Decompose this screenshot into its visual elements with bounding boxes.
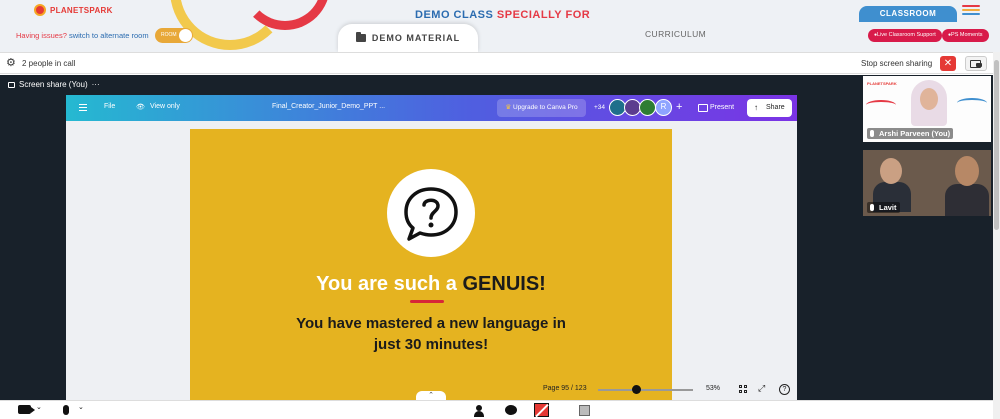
upgrade-to-pro-button[interactable]: ♛ Upgrade to Canva Pro [497, 99, 586, 117]
demo-class-title: DEMO CLASS SPECIALLY FOR [415, 9, 590, 21]
tile-logo: PLANETSPARK [867, 81, 897, 86]
zoom-slider[interactable] [598, 389, 693, 391]
issues-notice: Having issues? switch to alternate room [16, 31, 149, 40]
canva-menu-icon[interactable] [79, 104, 87, 113]
participant-tile[interactable]: PLANETSPARK Arshi Parveen (You) [863, 76, 991, 142]
screen-icon [8, 81, 15, 88]
participants-panel: PLANETSPARK Arshi Parveen (You) Lavit [862, 75, 993, 400]
crown-icon: ♛ [505, 104, 512, 111]
share-button[interactable]: Share [747, 99, 792, 117]
screen-share-header: Screen share (You) ··· [8, 80, 100, 89]
microphone-icon[interactable] [63, 405, 69, 415]
alternate-room-toggle[interactable]: ROOM [155, 28, 193, 43]
zoom-level[interactable]: 53% [706, 385, 720, 392]
logo-text: PLANETSPARK [50, 5, 113, 15]
chevron-down-icon[interactable]: ⌄ [78, 403, 84, 411]
avatar[interactable] [639, 99, 656, 116]
call-controls-bar: ⌄ ⌄ [0, 400, 993, 419]
slide-subtitle: You have mastered a new language in just… [296, 315, 566, 353]
more-options-icon[interactable]: ··· [92, 80, 100, 89]
logo-icon [34, 4, 46, 16]
chevron-down-icon[interactable]: ⌄ [36, 403, 42, 411]
presentation-slide: You are such a GENUIS! You have mastered… [190, 129, 672, 400]
view-mode-button[interactable]: View only [150, 103, 180, 110]
menu-icon[interactable] [962, 5, 980, 17]
help-icon[interactable]: ? [779, 384, 790, 395]
canva-toolbar: File 👁 View only Final_Creator_Junior_De… [66, 95, 797, 121]
tab-classroom[interactable]: CLASSROOM [859, 6, 957, 22]
page-scrollbar[interactable] [993, 52, 1000, 419]
stop-sharing-button[interactable]: ✕ [940, 56, 956, 71]
add-collaborator-icon[interactable]: + [676, 101, 682, 113]
stop-sharing-label: Stop screen sharing [861, 59, 933, 68]
screen-share-off-icon[interactable] [534, 403, 549, 417]
file-menu[interactable]: File [104, 103, 115, 110]
page-indicator: Page 95 / 123 [543, 385, 587, 392]
screen-share-stage: Screen share (You) ··· File 👁 View only … [0, 75, 862, 400]
present-button[interactable]: Present [693, 99, 743, 117]
planetspark-logo: PLANETSPARK [34, 4, 113, 16]
grid-view-icon[interactable] [739, 385, 748, 394]
tab-demo-material-label: DEMO MATERIAL [371, 33, 461, 43]
slide-title-part1: You are such a [316, 273, 457, 295]
zoom-slider-handle[interactable] [631, 385, 641, 394]
document-title[interactable]: Final_Creator_Junior_Demo_PPT ... [272, 103, 385, 110]
upgrade-label: Upgrade to Canva Pro [512, 104, 578, 111]
demo-title-part1: DEMO CLASS [415, 9, 494, 21]
room-toggle-label: ROOM [161, 32, 177, 38]
chevron-up-icon[interactable]: ⌃ [416, 391, 446, 400]
title-underline [410, 300, 444, 303]
question-bubble-icon [387, 169, 475, 257]
people-count: 2 people in call [22, 59, 76, 68]
participants-icon[interactable] [474, 405, 484, 417]
avatar[interactable]: R [655, 99, 672, 116]
call-status-bar: ⚙ 2 people in call Stop screen sharing ✕ [0, 52, 993, 74]
tab-demo-material[interactable]: DEMO MATERIAL [338, 24, 478, 52]
picture-in-picture-icon[interactable] [965, 56, 987, 71]
live-support-button[interactable]: Live Classroom Support [868, 29, 942, 42]
participant-tile[interactable]: Lavit [863, 150, 991, 216]
collaborator-count[interactable]: +34 [594, 104, 605, 111]
gear-icon[interactable]: ⚙ [6, 58, 16, 69]
scrollbar-thumb[interactable] [994, 60, 999, 230]
slide-title: You are such a GENUIS! [190, 273, 672, 296]
view-only-icon: 👁 [136, 104, 145, 111]
participant-label: Arshi Parveen (You) [867, 128, 954, 139]
mic-icon [870, 130, 874, 137]
screen-share-label: Screen share (You) [19, 80, 88, 89]
top-header: PLANETSPARK DEMO CLASS SPECIALLY FOR Hav… [0, 0, 1000, 52]
tab-curriculum[interactable]: CURRICULUM [645, 29, 706, 39]
ps-moments-button[interactable]: PS Moments [942, 29, 989, 42]
folder-icon [355, 32, 366, 42]
fullscreen-icon[interactable]: ⤢ [758, 383, 765, 394]
participant-name: Lavit [879, 203, 897, 212]
participant-video [880, 158, 902, 184]
canva-window: File 👁 View only Final_Creator_Junior_De… [66, 95, 797, 400]
participant-label: Lavit [867, 202, 900, 213]
mic-icon [870, 204, 874, 211]
slide-title-part2: GENUIS! [462, 273, 546, 295]
toggle-knob [179, 29, 192, 42]
issues-text: Having issues? [16, 31, 67, 40]
demo-title-part2: SPECIALLY FOR [496, 9, 591, 21]
participant-name: Arshi Parveen (You) [879, 129, 951, 138]
alternate-room-link[interactable]: switch to alternate room [69, 31, 149, 40]
camera-icon[interactable] [18, 405, 35, 414]
whiteboard-icon[interactable] [579, 405, 590, 416]
chat-icon[interactable] [505, 405, 517, 415]
